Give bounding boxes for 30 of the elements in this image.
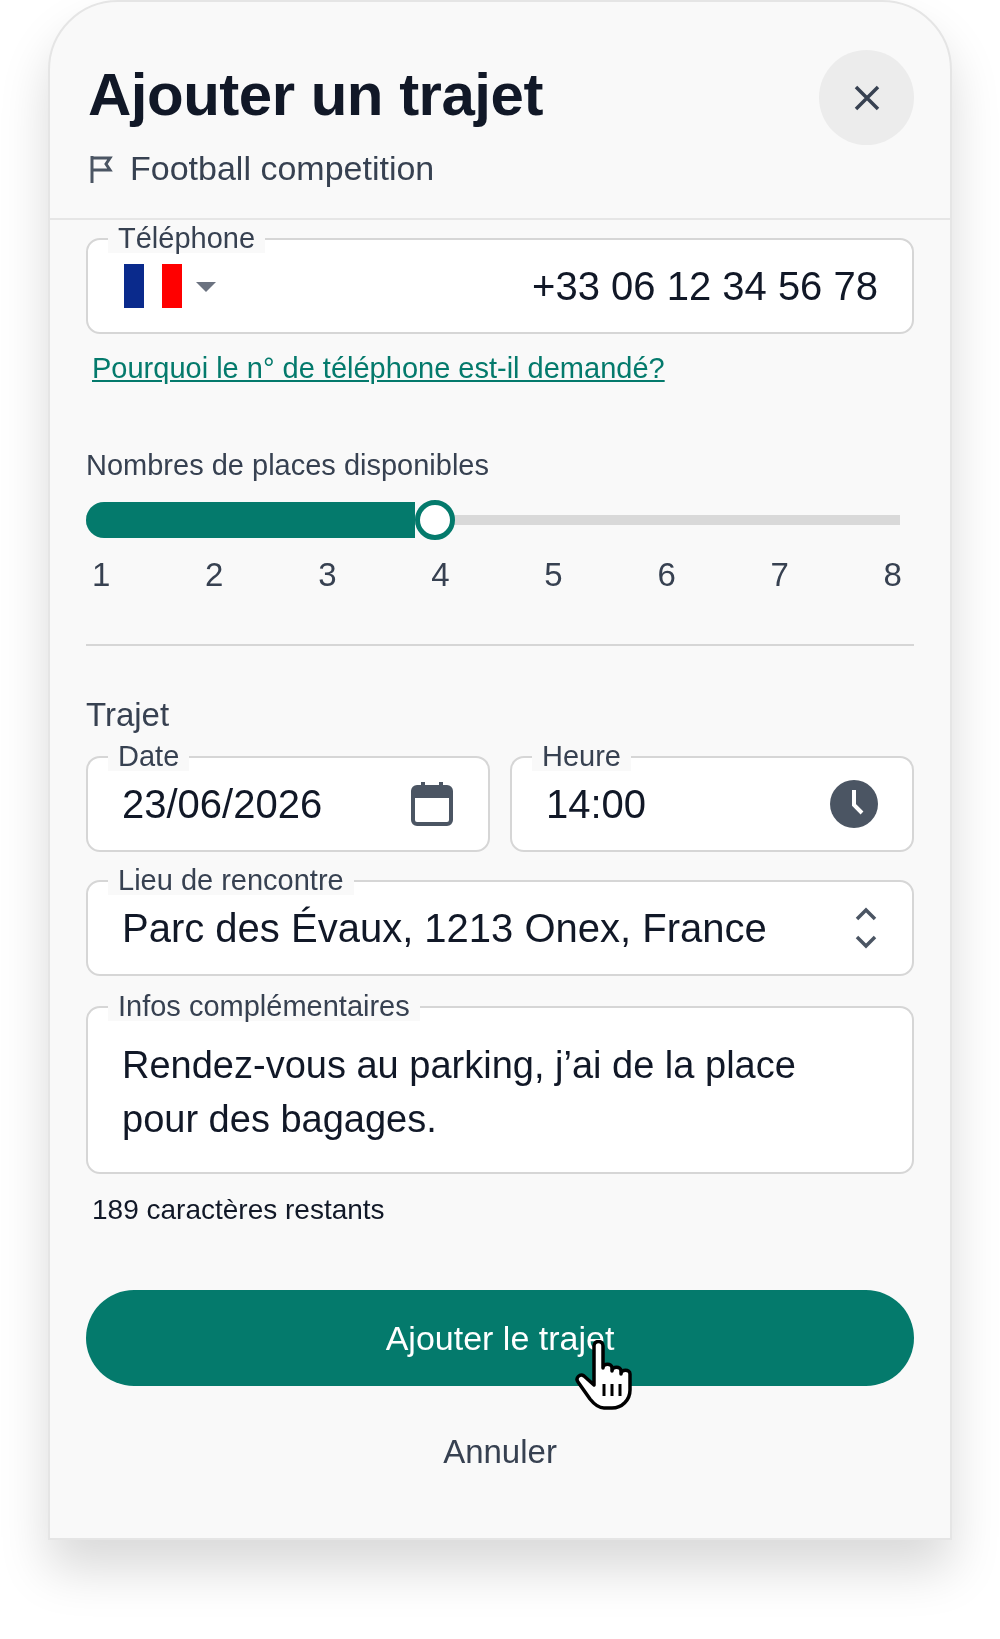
- field-label: Téléphone: [108, 223, 266, 253]
- tick-label: 3: [318, 556, 337, 594]
- time-value: 14:00: [546, 781, 647, 827]
- seats-label: Nombres de places disponibles: [86, 449, 490, 482]
- event-name: Football competition: [130, 149, 435, 188]
- tick-label: 1: [92, 556, 111, 594]
- close-icon: [852, 83, 881, 112]
- tick-label: 6: [657, 556, 676, 594]
- flag-icon: [88, 153, 116, 184]
- field-label: Lieu de rencontre: [108, 865, 354, 895]
- phone-info-link[interactable]: Pourquoi le n° de téléphone est-il demandé?: [92, 352, 665, 385]
- france-flag-icon[interactable]: [122, 264, 218, 308]
- dialog-title: Ajouter un trajet: [88, 60, 543, 129]
- info-value: Rendez-vous au parking, j’ai de la place pour des bagages.: [122, 1043, 797, 1142]
- place-value: Parc des Évaux, 1213 Onex, France: [122, 905, 767, 951]
- tick-label: 8: [883, 556, 902, 594]
- date-value: 23/06/2026: [122, 781, 323, 827]
- tick-label: 7: [770, 556, 789, 594]
- clock-icon[interactable]: [830, 780, 878, 828]
- char-counter: 189 caractères restants: [92, 1194, 386, 1226]
- tick-label: 5: [544, 556, 563, 594]
- section-heading: Trajet: [86, 696, 171, 734]
- cancel-button[interactable]: Annuler: [437, 1432, 563, 1472]
- tick-label: 4: [431, 556, 450, 594]
- phone-value: +33 06 12 34 56 78: [532, 263, 878, 309]
- tick-label: 2: [205, 556, 224, 594]
- slider-thumb[interactable]: [414, 500, 455, 540]
- sort-arrows-icon: [854, 906, 878, 950]
- calendar-icon[interactable]: [410, 781, 454, 827]
- field-label: Infos complémentaires: [108, 991, 420, 1021]
